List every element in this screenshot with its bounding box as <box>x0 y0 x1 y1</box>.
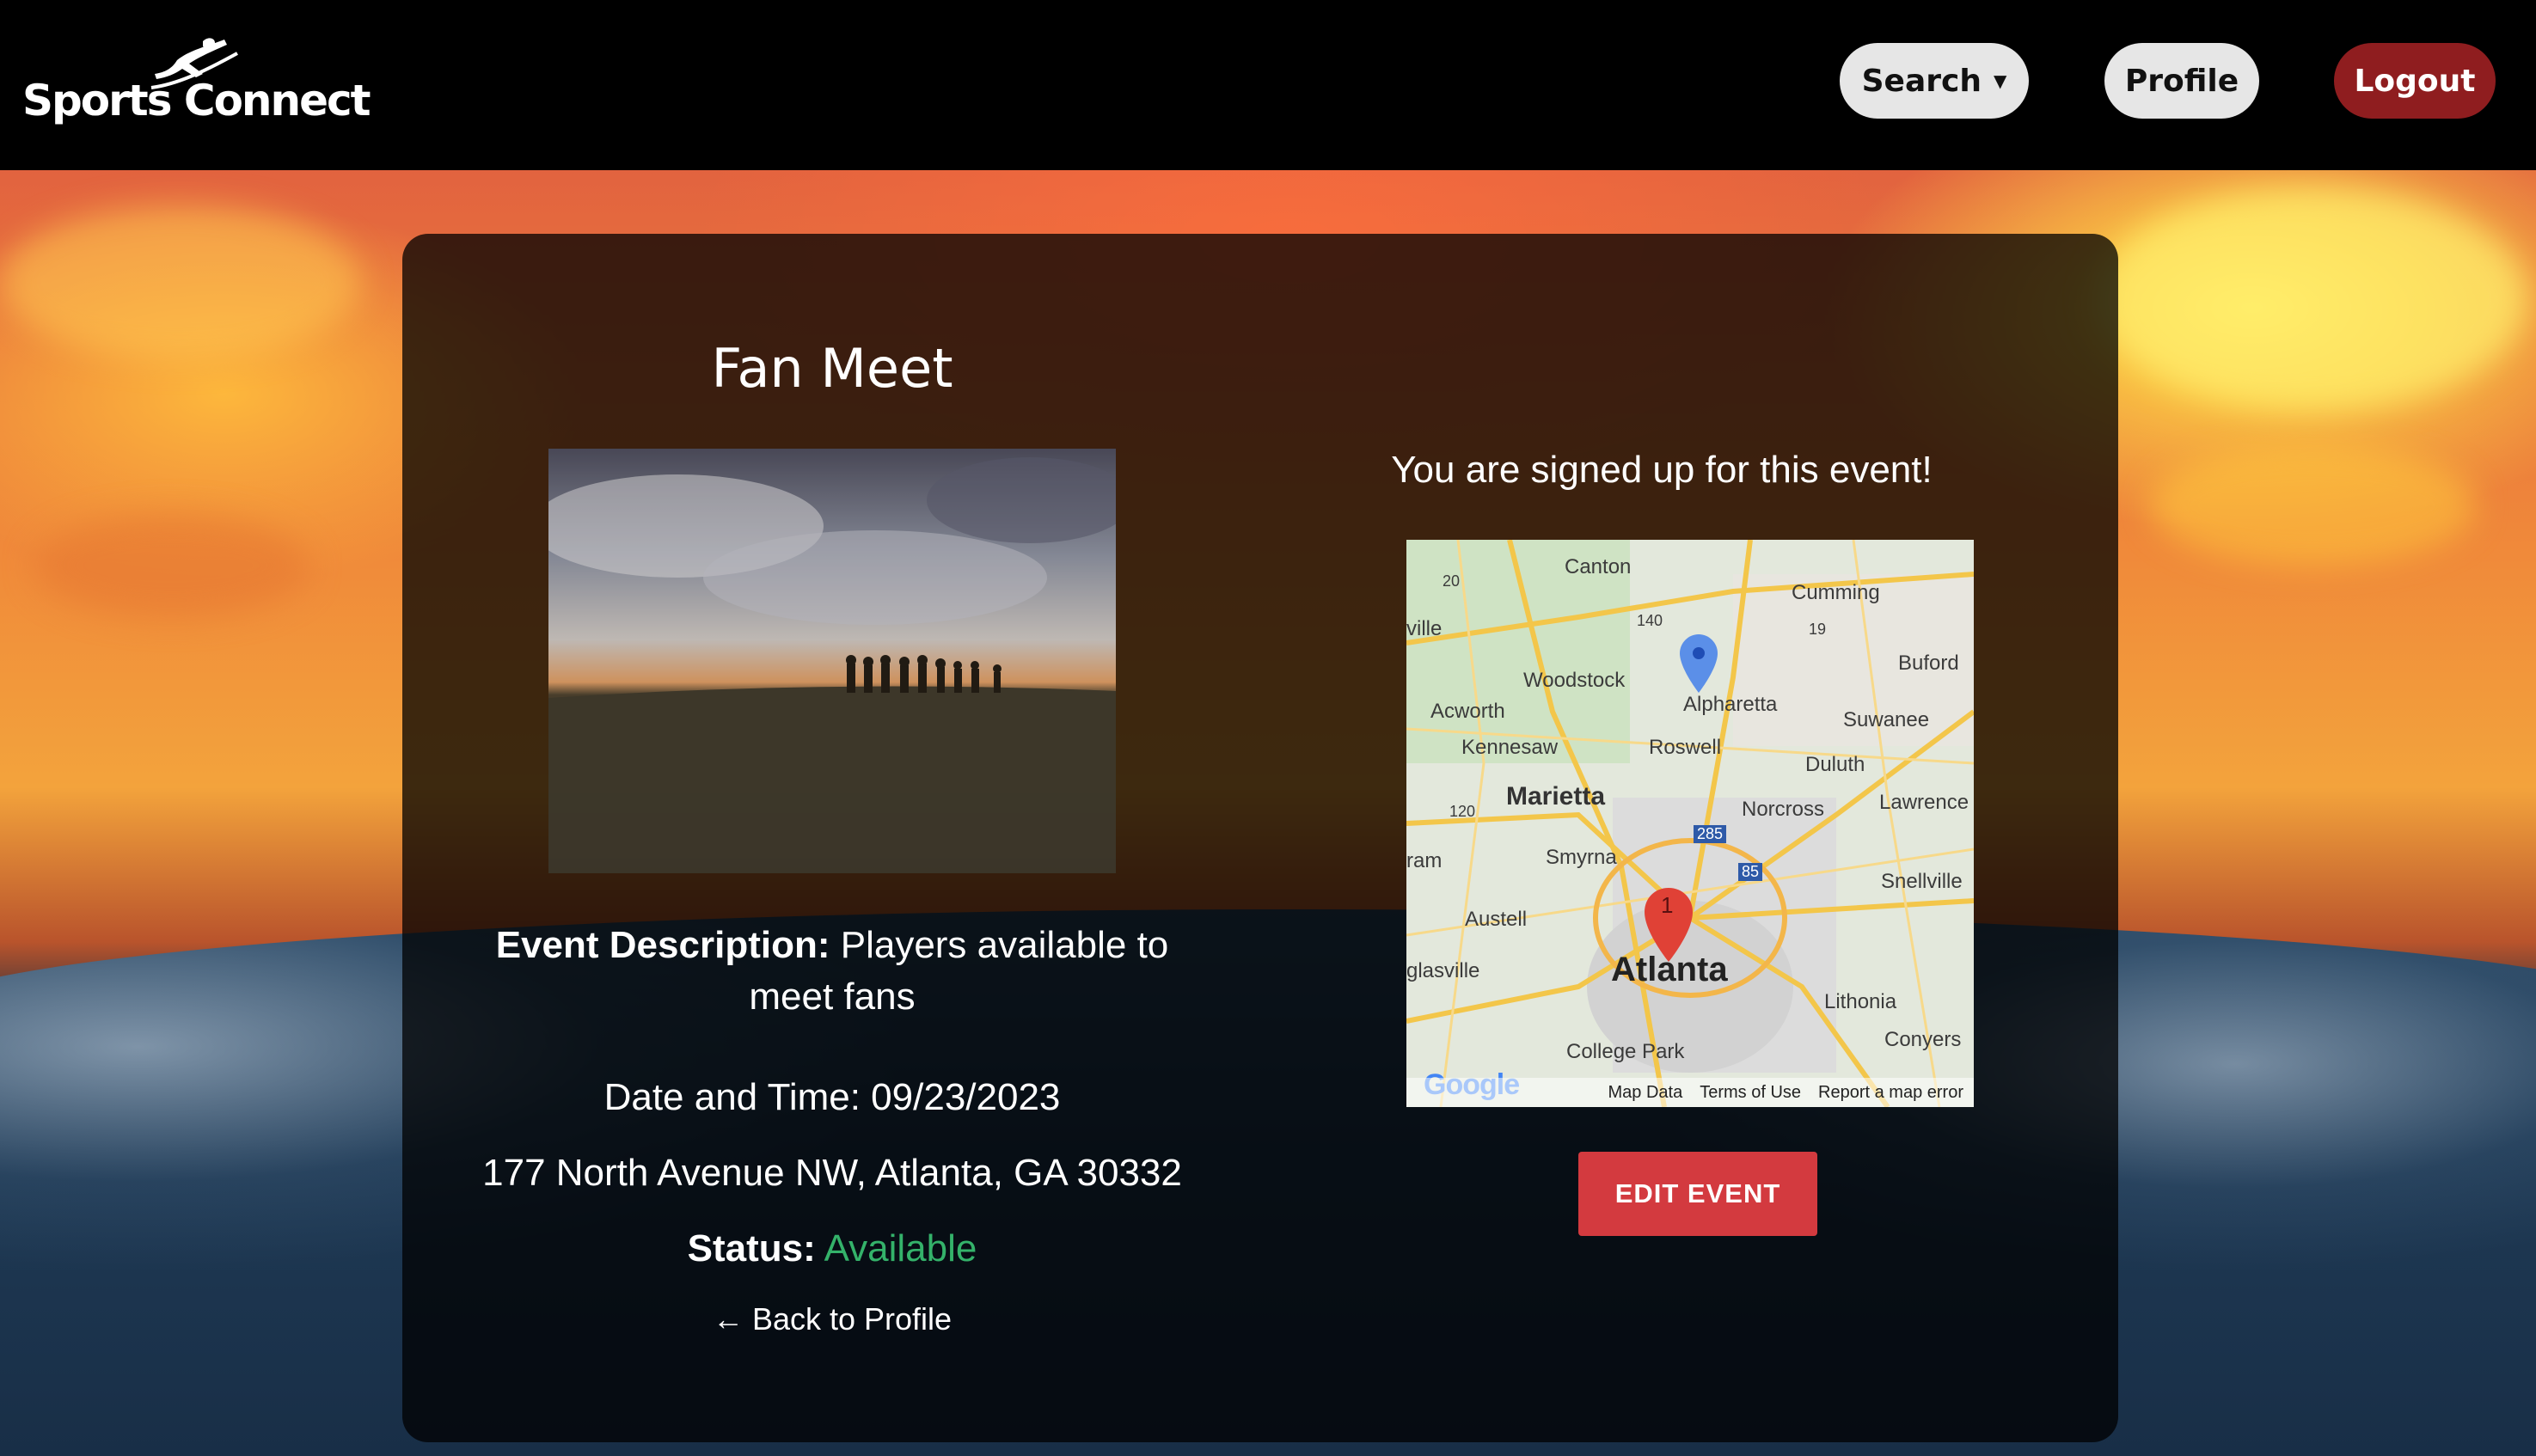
search-label: Search <box>1861 63 1982 99</box>
route-shield-20: 20 <box>1443 572 1461 590</box>
event-status-value: Available <box>824 1227 977 1269</box>
event-card: Fan Meet Event Description: Players avai… <box>402 234 2118 1442</box>
map-label-duluth: Duluth <box>1805 753 1865 776</box>
top-navbar: Sports Connect Search ▼ Profile Logout <box>0 0 2536 170</box>
event-location-map[interactable]: Canton Cumming ville Buford Woodstock Al… <box>1406 540 1974 1107</box>
map-label-conyers: Conyers <box>1884 1028 1962 1051</box>
event-description-label: Event Description: <box>495 924 830 966</box>
event-status-label: Status: <box>687 1227 816 1269</box>
map-label-lawrence: Lawrence <box>1879 791 1969 814</box>
edit-event-button[interactable]: EDIT EVENT <box>1578 1152 1817 1236</box>
event-status: Status: Available <box>402 1227 1262 1270</box>
map-label-buford: Buford <box>1898 652 1959 675</box>
profile-button[interactable]: Profile <box>2104 43 2259 119</box>
map-label-austell: Austell <box>1465 908 1528 931</box>
map-label-snellville: Snellville <box>1881 870 1963 893</box>
cloud <box>2098 187 2527 411</box>
logout-label: Logout <box>2354 63 2476 99</box>
report-map-error-link[interactable]: Report a map error <box>1818 1083 1963 1103</box>
route-shield-120: 120 <box>1449 803 1476 820</box>
event-address: 177 North Avenue NW, Atlanta, GA 30332 <box>482 1152 1182 1194</box>
route-shield-285: 285 <box>1694 825 1727 843</box>
sunset-silhouette-graphic <box>548 449 1116 873</box>
route-shield-140: 140 <box>1637 612 1663 629</box>
map-roads-graphic <box>1406 540 1974 1107</box>
cloud <box>0 205 361 359</box>
back-to-profile-link[interactable]: ← Back to Profile <box>402 1301 1262 1337</box>
map-label-marietta: Marietta <box>1506 782 1606 811</box>
map-label-acworth: Acworth <box>1430 700 1505 723</box>
map-label-college-park: College Park <box>1566 1040 1685 1063</box>
map-label-glasville: glasville <box>1406 959 1480 982</box>
map-label-ram: ram <box>1406 849 1443 872</box>
map-label-woodstock: Woodstock <box>1523 669 1626 692</box>
map-label-lithonia: Lithonia <box>1824 990 1897 1013</box>
map-footer: Map Data Terms of Use Report a map error <box>1406 1078 1974 1107</box>
map-label-atlanta: Atlanta <box>1611 951 1728 988</box>
logo-text: Sports Connect <box>22 76 371 125</box>
route-shield-85: 85 <box>1738 863 1763 881</box>
map-label-norcross: Norcross <box>1742 798 1825 821</box>
event-details-column: Fan Meet Event Description: Players avai… <box>402 234 1262 1442</box>
cloud <box>2149 445 2476 566</box>
event-title: Fan Meet <box>711 337 953 400</box>
map-label-kennesaw: Kennesaw <box>1461 736 1559 759</box>
map-label-smyrna: Smyrna <box>1546 846 1617 869</box>
map-label-alpharetta: Alpharetta <box>1683 693 1778 716</box>
map-label-suwanee: Suwanee <box>1843 708 1930 731</box>
route-shield-19: 19 <box>1809 621 1827 638</box>
profile-label: Profile <box>2124 63 2239 99</box>
event-date-time: Date and Time: 09/23/2023 <box>603 1076 1061 1118</box>
event-image <box>548 449 1116 873</box>
map-label-roswell: Roswell <box>1649 736 1722 759</box>
signup-confirmation-message: You are signed up for this event! <box>1391 449 1933 491</box>
caret-down-icon: ▼ <box>1993 70 2007 91</box>
map-marker-label: 1 <box>1661 892 1674 918</box>
event-description: Event Description: Players available to … <box>454 920 1210 1023</box>
search-dropdown-button[interactable]: Search ▼ <box>1840 43 2029 119</box>
sports-connect-logo[interactable]: Sports Connect <box>22 34 371 129</box>
map-label-ville: ville <box>1406 617 1443 640</box>
map-label-canton: Canton <box>1565 555 1632 578</box>
map-label-cumming: Cumming <box>1792 581 1880 604</box>
map-data-link[interactable]: Map Data <box>1608 1083 1683 1103</box>
cloud <box>34 514 309 617</box>
logout-button[interactable]: Logout <box>2334 43 2496 119</box>
terms-of-use-link[interactable]: Terms of Use <box>1700 1083 1801 1103</box>
